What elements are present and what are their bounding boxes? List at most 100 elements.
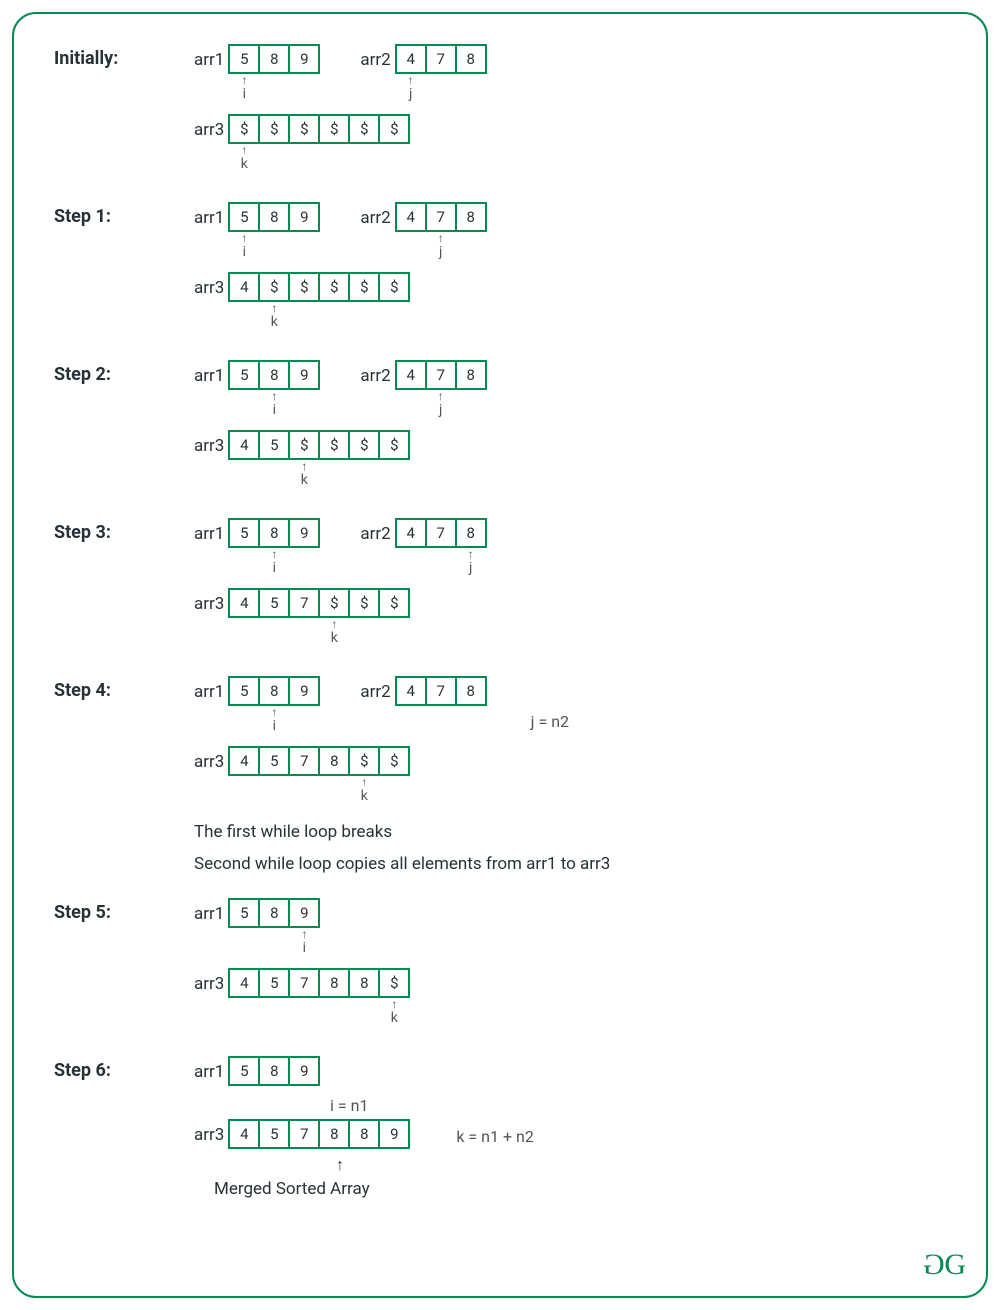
pointer-slot: ↑i xyxy=(258,706,290,736)
pointer-row: ↑j xyxy=(395,74,487,104)
array-name: arr1 xyxy=(194,676,228,702)
array-cell: 7 xyxy=(288,746,320,776)
pointer-label: k xyxy=(391,1011,398,1025)
pointer-slot xyxy=(378,460,410,490)
array-cell: 9 xyxy=(288,202,320,232)
array-name: arr3 xyxy=(194,430,228,456)
step-block: Step 1:arr1589↑iarr2478↑jarr34$$$$$↑k xyxy=(54,202,946,338)
array-cell: 7 xyxy=(425,202,457,232)
array-cell: $ xyxy=(348,272,380,302)
pointer-slot xyxy=(455,390,487,420)
array-line: arr1589 xyxy=(194,1056,946,1086)
cells-row: 4$$$$$ xyxy=(228,272,410,302)
array-name: arr1 xyxy=(194,898,228,924)
array-line: arr345788$↑k xyxy=(194,968,946,1028)
pointer-slot: ↑i xyxy=(228,74,260,104)
step-row: arr3$$$$$$↑k xyxy=(54,114,946,180)
step-content: arr1589↑iarr2478↑j xyxy=(194,518,946,584)
pointer-slot xyxy=(228,776,260,806)
array-cell: $ xyxy=(348,588,380,618)
pointer-slot xyxy=(288,776,320,806)
cells-wrapper: 45788$↑k xyxy=(228,968,410,1028)
step-row: Second while loop copies all elements fr… xyxy=(54,848,946,876)
pointer-slot xyxy=(288,144,320,174)
cells-wrapper: 4578$$↑k xyxy=(228,746,410,806)
array-cell: 8 xyxy=(258,676,290,706)
pointer-row: ↑k xyxy=(228,144,410,174)
step-title xyxy=(54,272,194,276)
step-block: Initially:arr1589↑iarr2478↑jarr3$$$$$$↑k xyxy=(54,44,946,180)
array-cell: $ xyxy=(258,272,290,302)
step-title: Step 1: xyxy=(54,202,194,227)
cells-wrapper: 589↑i xyxy=(228,676,320,736)
array-name: arr1 xyxy=(194,44,228,70)
up-arrow-icon: ↑ xyxy=(271,548,277,560)
side-note: k = n1 + n2 xyxy=(450,1119,534,1146)
up-arrow-icon: ↑ xyxy=(241,232,247,244)
array-cell: 7 xyxy=(425,360,457,390)
array-cell: 4 xyxy=(395,44,427,74)
step-title: Step 6: xyxy=(54,1056,194,1081)
array-group: arr1589↑i xyxy=(194,360,320,420)
up-arrow-icon: ↑ xyxy=(241,74,247,86)
array-name: arr3 xyxy=(194,746,228,772)
array-line: arr1589↑iarr2478↑j xyxy=(194,202,946,262)
array-cell: 8 xyxy=(258,44,290,74)
pointer-slot: ↑i xyxy=(258,548,290,578)
cells-row: $$$$$$ xyxy=(228,114,410,144)
pointer-slot xyxy=(228,618,260,648)
pointer-slot xyxy=(378,302,410,332)
step-row: Step 3:arr1589↑iarr2478↑j xyxy=(54,518,946,584)
up-arrow-icon: ↑ xyxy=(271,390,277,402)
pointer-label: j xyxy=(409,87,412,101)
pointer-row: ↑i xyxy=(228,548,320,578)
array-cell: 8 xyxy=(348,968,380,998)
cells-row: 589 xyxy=(228,44,320,74)
step-title xyxy=(54,1119,194,1123)
array-cell: $ xyxy=(378,746,410,776)
array-cell: 8 xyxy=(348,1119,380,1149)
step-content: arr1589↑i xyxy=(194,898,946,964)
array-group: arr34578$$↑k xyxy=(194,746,410,806)
array-group: arr345$$$$↑k xyxy=(194,430,410,490)
up-arrow-icon: ↑ xyxy=(301,928,307,940)
cells-row: 589 xyxy=(228,360,320,390)
array-cell: 5 xyxy=(258,430,290,460)
array-cell: 9 xyxy=(288,360,320,390)
pointer-label: j xyxy=(439,245,442,259)
array-cell: $ xyxy=(348,746,380,776)
cells-wrapper: 589↑i xyxy=(228,360,320,420)
pointer-label: k xyxy=(271,315,278,329)
gfg-logo: GG xyxy=(925,1248,964,1282)
array-group: arr1589 xyxy=(194,1056,320,1086)
cells-row: 589 xyxy=(228,898,320,928)
step-row: The first while loop breaks xyxy=(54,816,946,844)
cells-row: 478 xyxy=(395,518,487,548)
array-cell: 9 xyxy=(288,676,320,706)
array-cell: $ xyxy=(348,430,380,460)
step-title xyxy=(54,114,194,118)
array-cell: 5 xyxy=(228,518,260,548)
array-name: arr3 xyxy=(194,588,228,614)
cells-wrapper: 457889 xyxy=(228,1119,410,1149)
array-cell: 5 xyxy=(228,898,260,928)
array-cell: $ xyxy=(288,272,320,302)
pointer-row: ↑k xyxy=(228,302,410,332)
pointer-slot xyxy=(455,74,487,104)
array-group: arr3457$$$↑k xyxy=(194,588,410,648)
up-arrow-icon: ↑ xyxy=(271,302,277,314)
pointer-label: i xyxy=(273,719,276,733)
up-arrow-icon: ↑ xyxy=(438,390,444,402)
cells-row: 45788$ xyxy=(228,968,410,998)
cells-row: 589 xyxy=(228,676,320,706)
cells-wrapper: 589 xyxy=(228,1056,320,1086)
up-arrow-icon: ↑ xyxy=(241,144,247,156)
step-row: arr345788$↑k xyxy=(54,968,946,1034)
pointer-slot xyxy=(318,302,350,332)
step-block: Step 6:arr1589i = n1arr3457889k = n1 + n… xyxy=(54,1056,946,1199)
step-note: Second while loop copies all elements fr… xyxy=(194,854,614,874)
pointer-label: j xyxy=(469,561,472,575)
pointer-slot: ↑k xyxy=(378,998,410,1028)
array-group: arr3457889 xyxy=(194,1119,410,1149)
array-line: arr1589↑iarr2478↑j xyxy=(194,360,946,420)
